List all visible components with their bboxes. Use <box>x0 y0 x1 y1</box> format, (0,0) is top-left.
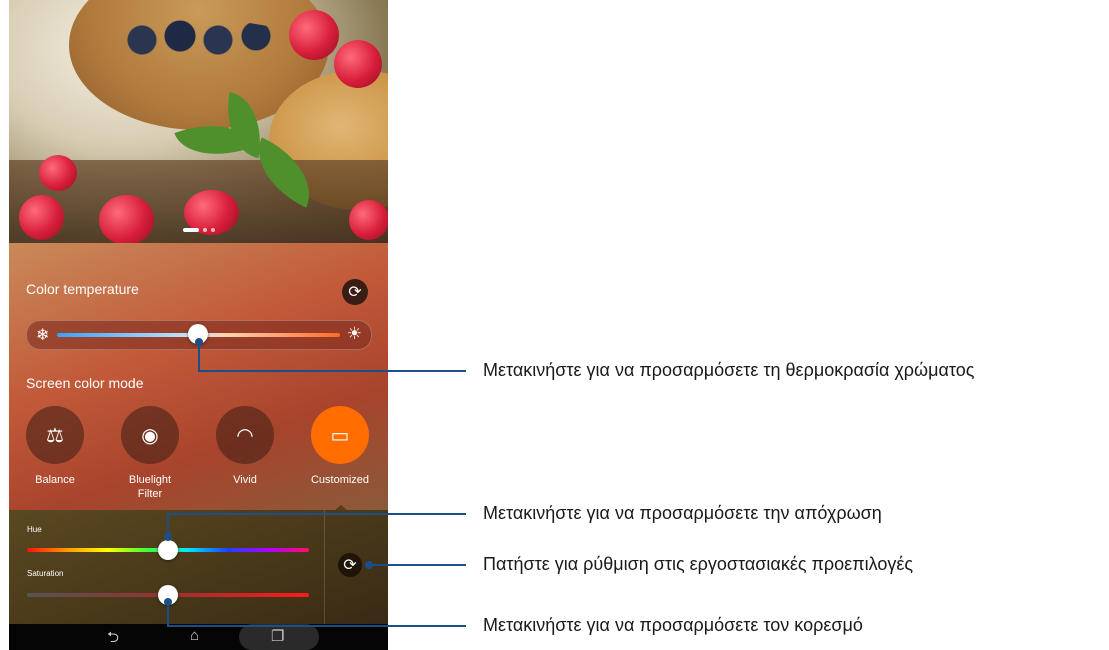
mode-label: Customized <box>310 474 370 486</box>
callout-hue: Μετακινήστε για να προσαρμόσετε την απόχ… <box>483 503 882 523</box>
mode-balance[interactable]: ⚖ Balance <box>20 406 90 487</box>
recents-icon[interactable]: ❐ <box>271 627 284 645</box>
callout-reset: Πατήστε για ρύθμιση στις εργοστασιακές π… <box>483 554 914 574</box>
wallpaper-raspberry <box>39 155 77 191</box>
rainbow-icon: ◠ <box>216 406 274 464</box>
wallpaper-raspberry <box>334 40 382 88</box>
mode-customized[interactable]: ▭ Customized <box>305 406 375 487</box>
callout-line <box>198 342 200 371</box>
navigation-bar: ⮌ ⌂ ❐ <box>9 624 388 650</box>
callout-saturation: Μετακινήστε για να προσαρμόσετε τον κορε… <box>483 615 863 635</box>
callout-line <box>167 514 169 536</box>
page-indicator <box>9 226 388 234</box>
callout-line <box>167 601 169 626</box>
callout-line <box>368 564 466 566</box>
wallpaper-blueberries <box>104 20 294 60</box>
callout-color-temperature: Μετακινήστε για να προσαρμόσετε τη θερμο… <box>483 360 975 380</box>
screen-color-mode-title: Screen color mode <box>26 375 144 391</box>
page-indicator-dot <box>210 228 215 232</box>
mode-label: Balance <box>35 474 75 486</box>
callout-line <box>167 513 466 515</box>
callout-line <box>167 625 466 627</box>
refresh-icon: ⟳ <box>343 557 357 574</box>
page-indicator-dot <box>202 228 207 232</box>
mode-label: Bluelight Filter <box>128 474 172 500</box>
custom-screen-icon: ▭ <box>311 406 369 464</box>
color-temperature-reset-button[interactable]: ⟳ <box>342 279 368 305</box>
eye-shield-icon: ◉ <box>121 406 179 464</box>
sun-icon: ☀ <box>346 324 362 343</box>
snowflake-icon: ❄ <box>36 327 50 344</box>
splendid-panel: Color temperature ⟳ ❄ ☀ Screen color mod… <box>9 243 388 511</box>
back-icon[interactable]: ⮌ <box>107 627 119 650</box>
saturation-label: Saturation <box>27 569 64 578</box>
wallpaper-raspberry <box>289 10 339 60</box>
refresh-icon: ⟳ <box>348 284 362 301</box>
wallpaper-photo <box>9 0 388 243</box>
wallpaper-raspberry <box>99 195 154 243</box>
mode-bluelight-filter[interactable]: ◉ Bluelight Filter <box>115 406 185 501</box>
wallpaper-raspberry <box>349 200 388 240</box>
mode-label: Vivid <box>233 474 257 486</box>
customized-reset-button[interactable]: ⟳ <box>338 553 362 577</box>
home-icon[interactable]: ⌂ <box>190 627 199 644</box>
tablet-screen: Color temperature ⟳ ❄ ☀ Screen color mod… <box>9 0 388 650</box>
callout-line <box>198 370 466 372</box>
panel-divider <box>324 510 325 624</box>
color-temperature-title: Color temperature <box>26 281 139 297</box>
hue-label: Hue <box>27 525 42 534</box>
mode-vivid[interactable]: ◠ Vivid <box>210 406 280 487</box>
scale-icon: ⚖ <box>26 406 84 464</box>
page-indicator-current <box>182 228 199 232</box>
customized-panel: Hue Saturation ⟳ <box>9 510 388 624</box>
hue-knob[interactable] <box>158 540 178 560</box>
